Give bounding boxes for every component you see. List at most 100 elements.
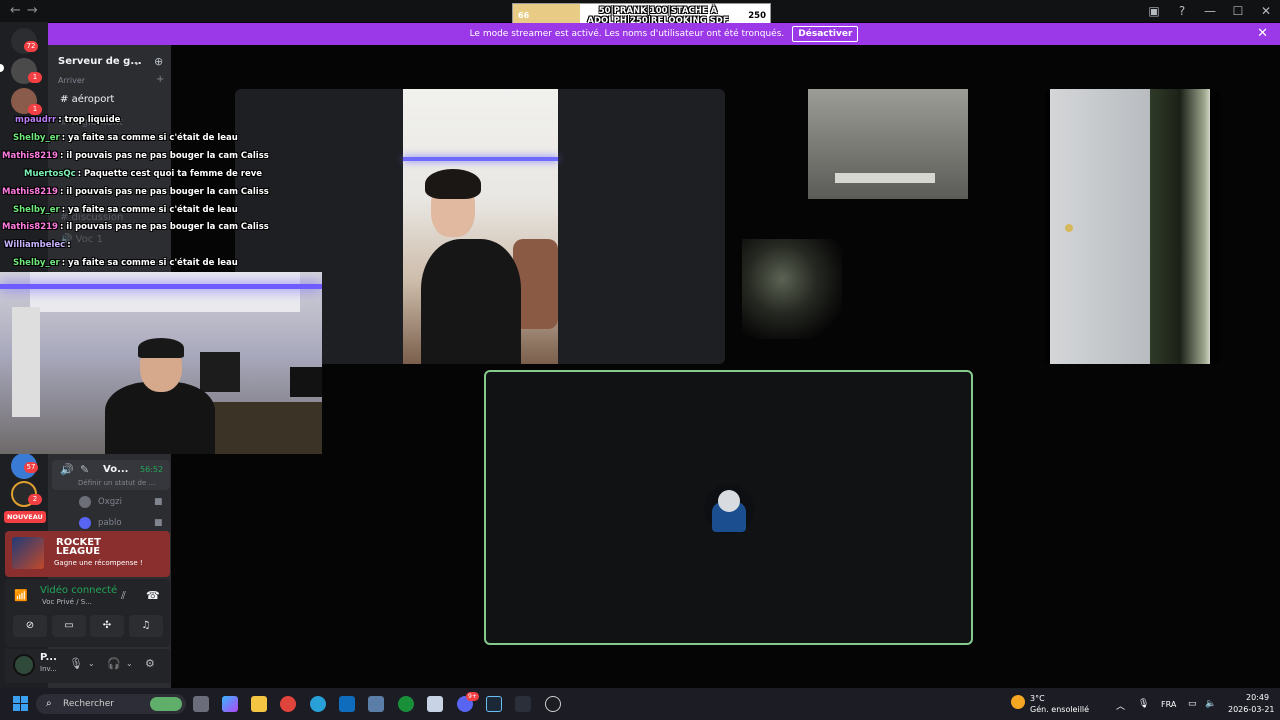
edge-icon[interactable] bbox=[310, 696, 326, 712]
volume-icon[interactable]: 🔈 bbox=[1205, 699, 1216, 709]
chevron-down-icon[interactable]: ⌄ bbox=[88, 659, 95, 668]
video-tile-speaking[interactable] bbox=[484, 370, 973, 645]
webcam-feed bbox=[403, 89, 558, 364]
windows-start-icon[interactable] bbox=[13, 696, 29, 712]
chat-username: MuertosQc bbox=[24, 169, 76, 179]
set-status-prompt[interactable]: Définir un statut de ... bbox=[78, 479, 155, 487]
forward-arrow-icon[interactable]: → bbox=[27, 3, 44, 18]
goal-target-value: 250 bbox=[748, 11, 766, 21]
home-badge: 72 bbox=[24, 41, 38, 52]
chat-text: : il pouvais pas ne pas bouger la cam Ca… bbox=[59, 151, 269, 161]
close-window-icon[interactable]: ✕ bbox=[1252, 4, 1280, 18]
goal-current-value: 66 bbox=[518, 11, 530, 20]
server-badge: 2 bbox=[28, 494, 42, 505]
weather-description[interactable]: Gén. ensoleillé bbox=[1030, 705, 1089, 714]
file-explorer-icon[interactable] bbox=[251, 696, 267, 712]
video-tile[interactable] bbox=[1045, 89, 1220, 364]
camera-icon: ■ bbox=[154, 518, 163, 528]
banner-close-icon[interactable]: ✕ bbox=[1257, 26, 1268, 41]
microphone-tray-icon[interactable]: 🎙 bbox=[1138, 699, 1149, 709]
voice-connection-status[interactable]: Vidéo connecté bbox=[40, 585, 117, 596]
chat-text: : bbox=[67, 240, 71, 250]
voice-channel-name[interactable]: Vo... bbox=[103, 464, 128, 475]
chat-text: : ya faite sa comme si c'était de leau bbox=[61, 205, 238, 215]
streamer-mode-banner: Le mode streamer est activé. Les noms d'… bbox=[48, 23, 1280, 45]
weather-icon[interactable] bbox=[1011, 695, 1025, 709]
voice-timer: 56:52 bbox=[140, 465, 164, 474]
search-placeholder: Rechercher bbox=[63, 699, 114, 709]
pencil-icon[interactable]: ✎ bbox=[80, 463, 89, 476]
copilot-icon[interactable] bbox=[222, 696, 238, 712]
screen: ←→ ▣ ? — ☐ ✕ 66 50|PRANK|100|STACHE À AD… bbox=[0, 0, 1280, 720]
disable-streamer-mode-button[interactable]: Désactiver bbox=[792, 26, 859, 42]
screen-share-button[interactable]: ▭ bbox=[52, 615, 86, 637]
promo-title: ROCKET LEAGUE bbox=[56, 537, 101, 557]
noise-suppression-icon[interactable]: ⫽ bbox=[121, 589, 126, 603]
chat-username: Shelby_er bbox=[13, 133, 60, 143]
chat-text: : il pouvais pas ne pas bouger la cam Ca… bbox=[59, 187, 269, 197]
store-icon[interactable] bbox=[427, 696, 443, 712]
channel-category[interactable]: Arriver bbox=[58, 76, 85, 85]
chat-username: Shelby_er bbox=[13, 258, 60, 268]
window-controls: ▣ ? — ☐ ✕ bbox=[1140, 0, 1280, 22]
microphone-icon[interactable]: 🎙 bbox=[69, 657, 83, 670]
streamer-facecam bbox=[0, 272, 322, 454]
soundboard-button[interactable]: ♫ bbox=[129, 615, 163, 637]
chat-text: : Paquette cest quoi ta femme de reve bbox=[77, 169, 263, 179]
search-icon: ⌕ bbox=[46, 698, 52, 709]
video-tile[interactable] bbox=[732, 89, 1042, 364]
channel-label: aéroport bbox=[71, 94, 115, 105]
channel-label: Voc 1 bbox=[75, 234, 103, 245]
server-name[interactable]: Serveur de g... bbox=[58, 56, 142, 67]
taskbar bbox=[0, 688, 1280, 720]
xbox-icon[interactable] bbox=[398, 696, 414, 712]
chat-username: mpaudrr bbox=[15, 115, 57, 125]
chevron-down-icon[interactable]: ⌄ bbox=[126, 659, 133, 668]
chat-message: mpaudrr: trop liquide bbox=[15, 115, 120, 125]
disconnect-icon[interactable]: ☎ bbox=[146, 589, 160, 602]
chat-text: : ya faite sa comme si c'était de leau bbox=[61, 258, 238, 268]
add-channel-icon[interactable]: + bbox=[156, 74, 164, 85]
obs-icon[interactable] bbox=[545, 696, 561, 712]
app-icon[interactable] bbox=[515, 696, 531, 712]
back-arrow-icon[interactable]: ← bbox=[10, 3, 27, 18]
rocket-league-promo[interactable]: ROCKET LEAGUE Gagne une récompense ! bbox=[5, 531, 170, 577]
signal-icon[interactable]: 📶 bbox=[14, 589, 28, 602]
maximize-icon[interactable]: ☐ bbox=[1224, 4, 1252, 18]
weather-temperature[interactable]: 3°C bbox=[1030, 694, 1045, 703]
server-badge: 57 bbox=[24, 462, 38, 473]
chrome-icon[interactable] bbox=[280, 696, 296, 712]
network-icon[interactable]: ▭ bbox=[1188, 699, 1197, 709]
user-status: Inv... bbox=[40, 665, 57, 673]
gear-icon[interactable]: ⚙ bbox=[145, 657, 155, 670]
headphones-icon[interactable]: 🎧 bbox=[107, 657, 121, 670]
camera-off-button[interactable]: ⊘ bbox=[13, 615, 47, 637]
settings-icon[interactable] bbox=[368, 696, 384, 712]
user-avatar[interactable] bbox=[13, 654, 35, 676]
input-language[interactable]: FRA bbox=[1161, 700, 1176, 709]
voice-member[interactable]: Oxgzi bbox=[79, 496, 122, 508]
chat-text: : il pouvais pas ne pas bouger la cam Ca… bbox=[59, 222, 269, 232]
activities-button[interactable]: ✣ bbox=[90, 615, 124, 637]
chat-message: MuertosQc: Paquette cest quoi ta femme d… bbox=[24, 169, 262, 179]
outlook-icon[interactable] bbox=[339, 696, 355, 712]
chat-message: Mathis8219: il pouvais pas ne pas bouger… bbox=[2, 187, 269, 197]
help-icon[interactable]: ? bbox=[1168, 4, 1196, 18]
chat-text: : ya faite sa comme si c'était de leau bbox=[61, 133, 238, 143]
member-name: pablo bbox=[98, 518, 122, 528]
add-user-icon[interactable]: ⊕ bbox=[154, 55, 163, 68]
chat-message: Mathis8219: il pouvais pas ne pas bouger… bbox=[2, 151, 269, 161]
clock-time[interactable]: 20:49 bbox=[1246, 693, 1269, 702]
clock-date[interactable]: 2026-03-21 bbox=[1228, 705, 1275, 714]
task-view-icon[interactable] bbox=[193, 696, 209, 712]
tray-chevron-icon[interactable]: ︿ bbox=[1116, 699, 1125, 712]
voice-connection-channel[interactable]: Voc Privé / S... bbox=[42, 598, 92, 606]
voice-member[interactable]: pablo bbox=[79, 517, 122, 529]
chevron-down-icon[interactable]: ⌄ bbox=[132, 55, 141, 68]
user-name[interactable]: P... bbox=[40, 652, 57, 663]
steam-icon[interactable] bbox=[486, 696, 502, 712]
minimize-icon[interactable]: — bbox=[1196, 4, 1224, 18]
inbox-icon[interactable]: ▣ bbox=[1140, 4, 1168, 18]
chat-username: Mathis8219 bbox=[2, 222, 58, 232]
channel-item[interactable]: # aéroport bbox=[60, 94, 114, 105]
